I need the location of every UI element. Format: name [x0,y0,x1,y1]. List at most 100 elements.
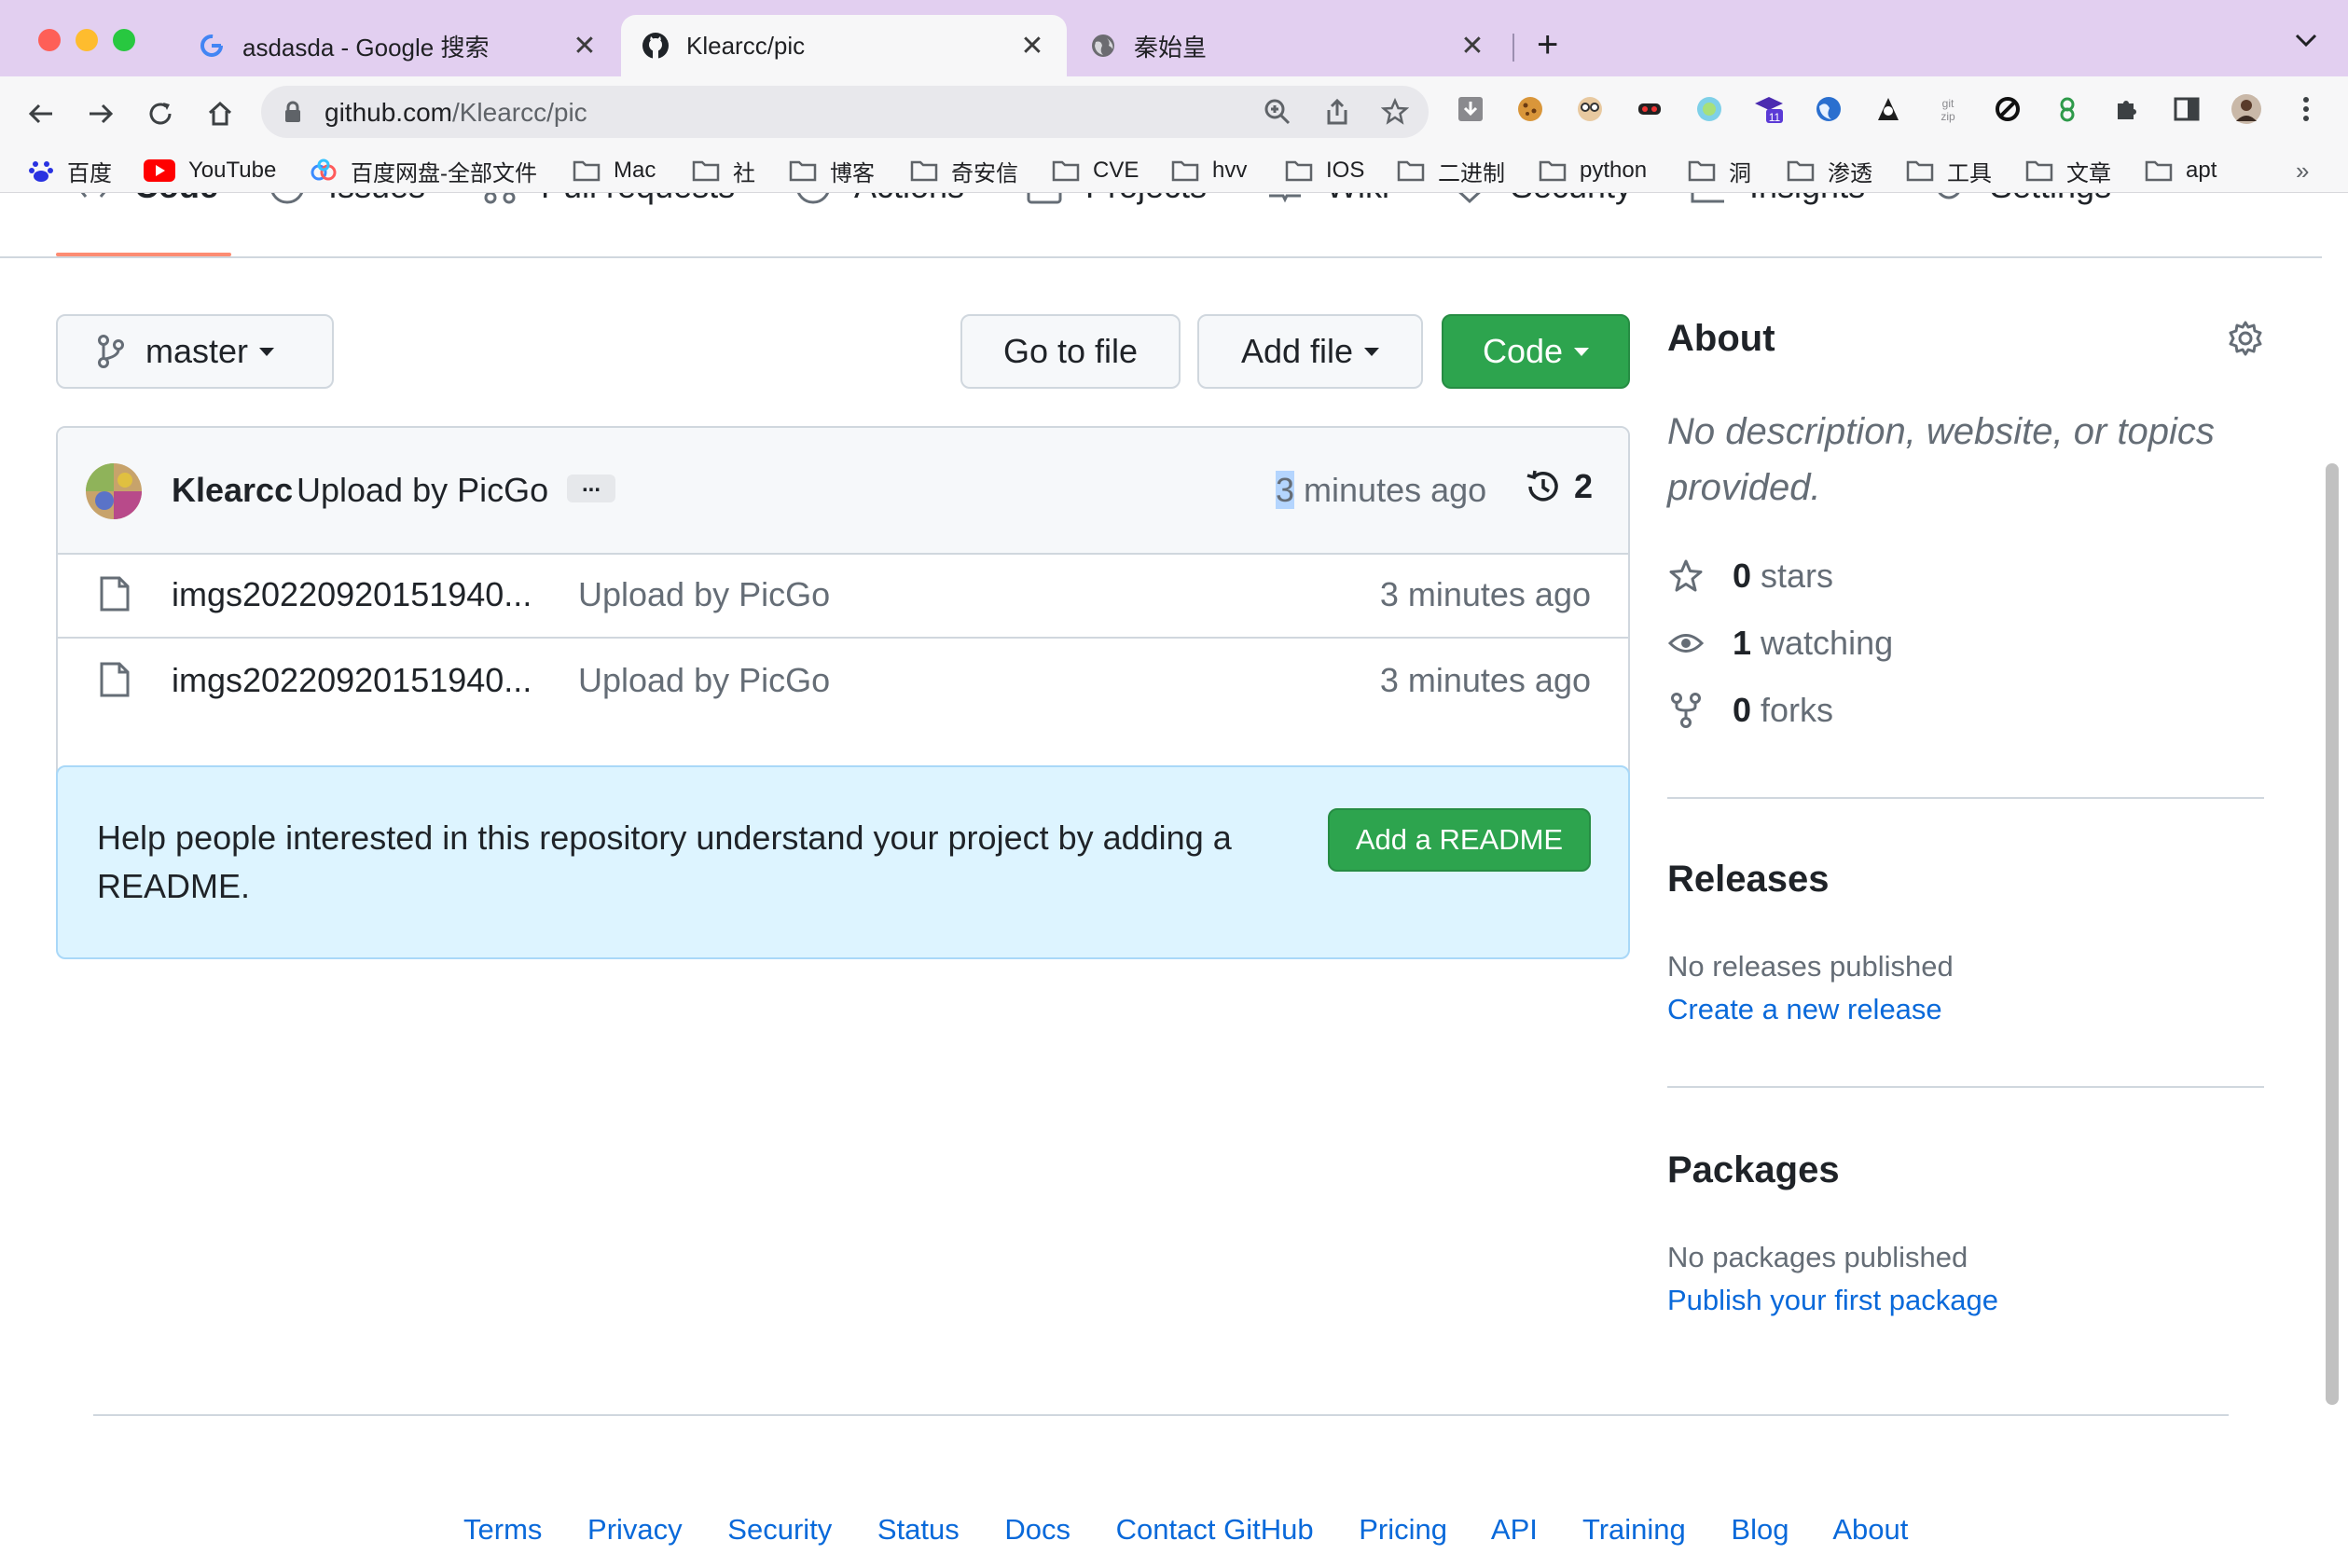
bookmark-folder[interactable]: CVE [1052,155,1139,186]
add-file-button[interactable]: Add file [1197,314,1423,389]
reload-icon[interactable] [142,95,179,132]
gear-icon[interactable] [2227,320,2264,362]
footer-link-privacy[interactable]: Privacy [587,1513,683,1546]
commit-time[interactable]: 3 minutes ago [1276,471,1486,510]
gitzip-icon[interactable]: git zip [1932,93,1964,125]
stars-link[interactable]: 0 stars [1667,557,1833,596]
bookmark-folder[interactable]: apt [2145,155,2217,186]
file-commit-message[interactable]: Upload by PicGo [578,661,830,700]
footer-link-contact[interactable]: Contact GitHub [1116,1513,1314,1546]
code-button[interactable]: Code [1442,314,1630,389]
tab-close-icon[interactable]: ✕ [571,30,599,62]
home-icon[interactable] [201,95,239,132]
forks-link[interactable]: 0 forks [1667,691,1833,730]
puzzle-icon[interactable] [2111,93,2143,125]
file-row[interactable]: imgs20220920151940... Upload by PicGo 3 … [58,553,1628,639]
window-zoom-button[interactable] [113,29,135,51]
face-icon[interactable] [1574,93,1606,125]
footer-link-status[interactable]: Status [877,1513,960,1546]
tab-search-chevron-icon[interactable] [2294,32,2318,53]
bookmark-baidupan[interactable]: 百度网盘-全部文件 [310,155,537,186]
profile-avatar[interactable] [2231,93,2262,125]
bookmark-folder[interactable]: hvv [1171,155,1247,186]
bookmark-folder[interactable]: IOS [1285,155,1364,186]
watchers-link[interactable]: 1 watching [1667,624,1893,663]
file-commit-message[interactable]: Upload by PicGo [578,575,830,614]
address-bar[interactable]: github.com/Klearcc/pic [261,86,1429,138]
commit-expand-button[interactable]: ... [567,474,615,502]
tab-close-icon[interactable]: ✕ [1018,30,1046,62]
file-name-link[interactable]: imgs20220920151940... [172,661,532,700]
bookmark-star-icon[interactable] [1380,97,1410,127]
tab-pull-requests[interactable]: Pull requests [481,193,735,206]
bookmark-youtube[interactable]: YouTube [144,155,276,186]
commit-message[interactable]: Upload by PicGo [297,471,548,510]
tab-security[interactable]: Security [1451,193,1632,206]
cookie-icon[interactable] [1514,93,1546,125]
bookmark-folder[interactable]: Mac [573,155,656,186]
grad-cap-icon[interactable]: 11 [1753,93,1785,125]
forward-arrow-icon[interactable] [82,95,119,132]
tab-issues[interactable]: Issues [269,193,425,206]
tab-close-icon[interactable]: ✕ [1458,30,1486,62]
tab-wiki[interactable]: Wiki [1266,193,1389,206]
bookmark-folder[interactable]: 二进制 [1397,155,1505,186]
footer-link-security[interactable]: Security [727,1513,832,1546]
footer-link-about[interactable]: About [1832,1513,1908,1546]
file-name-link[interactable]: imgs20220920151940... [172,575,532,614]
page-scrollbar[interactable] [2326,463,2339,1405]
menu-icon[interactable] [2290,93,2322,125]
footer-link-pricing[interactable]: Pricing [1359,1513,1447,1546]
bookmark-baidu[interactable]: 百度 [28,155,112,186]
share-icon[interactable] [1322,97,1352,127]
releases-heading[interactable]: Releases [1667,859,1829,901]
footer-link-blog[interactable]: Blog [1731,1513,1789,1546]
tab-actions[interactable]: Actions [794,193,964,206]
bookmark-folder[interactable]: 渗透 [1787,155,1872,186]
commit-author[interactable]: Klearcc [172,471,293,510]
footer-link-docs[interactable]: Docs [1004,1513,1070,1546]
file-row[interactable]: imgs20220920151940... Upload by PicGo 3 … [58,639,1628,722]
tab-code[interactable]: Code [75,193,218,206]
globe-ext-icon[interactable] [1813,93,1844,125]
publish-package-link[interactable]: Publish your first package [1667,1284,1998,1317]
branch-select-button[interactable]: master [56,314,334,389]
bookmark-folder[interactable]: 博客 [789,155,875,186]
zoom-icon[interactable] [1263,97,1292,127]
block-icon[interactable] [1992,93,2023,125]
browser-tab-google[interactable]: asdasda - Google 搜索 ✕ [177,15,619,76]
footer-link-training[interactable]: Training [1582,1513,1686,1546]
add-readme-button[interactable]: Add a README [1328,808,1591,872]
bookmark-folder[interactable]: python [1539,155,1647,186]
hacker-icon[interactable] [1872,93,1904,125]
leaf-icon[interactable] [2051,93,2083,125]
url-text[interactable]: github.com/Klearcc/pic [325,98,587,128]
bookmark-folder[interactable]: 奇安信 [910,155,1018,186]
lock-icon[interactable] [278,97,308,127]
bookmark-folder[interactable]: 工具 [1906,155,1992,186]
bookmark-folder[interactable]: 洞 [1688,155,1751,186]
create-release-link[interactable]: Create a new release [1667,993,1942,1026]
tab-projects[interactable]: Projects [1026,193,1207,206]
window-close-button[interactable] [38,29,61,51]
new-tab-plus-icon[interactable]: + [1537,26,1558,63]
tab-settings[interactable]: Settings [1930,193,2111,206]
footer-link-terms[interactable]: Terms [463,1513,542,1546]
footer-link-api[interactable]: API [1491,1513,1538,1546]
back-arrow-icon[interactable] [22,95,60,132]
commit-history-link[interactable]: 2 [1524,467,1593,506]
bookmarks-overflow-icon[interactable]: » [2296,157,2309,186]
browser-tab-github[interactable]: Klearcc/pic ✕ [621,15,1067,76]
browser-tab-qinshihuang[interactable]: 秦始皇 ✕ [1069,15,1507,76]
packages-heading[interactable]: Packages [1667,1149,1840,1191]
bookmark-folder[interactable]: 文章 [2025,155,2111,186]
mask-icon[interactable] [1634,93,1665,125]
bookmark-folder[interactable]: 社 [692,155,755,186]
download-icon[interactable] [1455,93,1486,125]
sidebar-icon[interactable] [2171,93,2203,125]
author-avatar[interactable] [86,463,142,519]
go-to-file-button[interactable]: Go to file [960,314,1181,389]
window-minimize-button[interactable] [76,29,98,51]
circle-ext-icon[interactable] [1693,93,1725,125]
tab-insights[interactable]: Insights [1690,193,1865,206]
